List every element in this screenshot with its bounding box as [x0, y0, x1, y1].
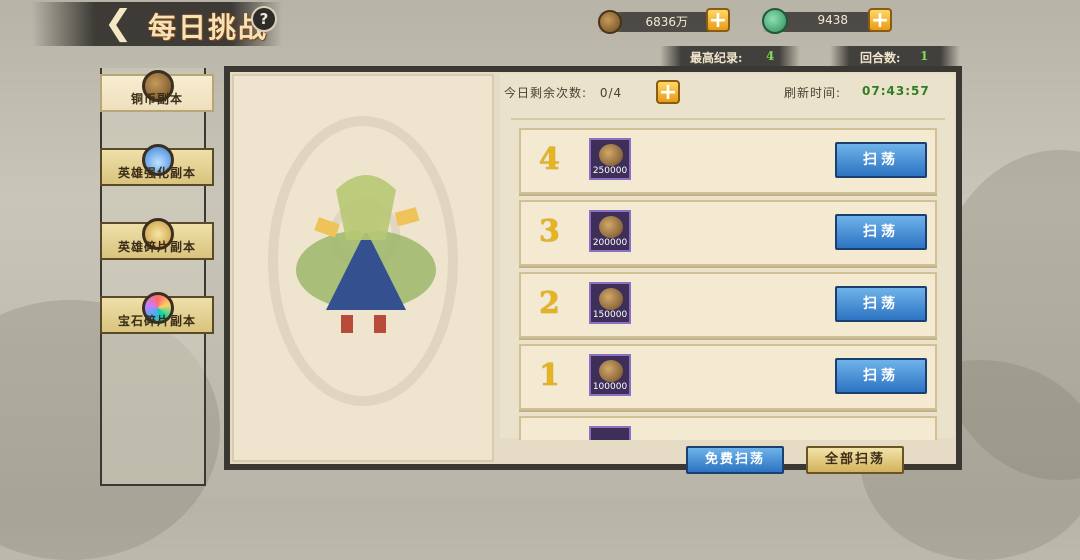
sidebar-item-label: 宝石碎片副本: [117, 314, 196, 328]
best-record: 最高纪录: 4: [660, 46, 800, 68]
remaining-label: 今日剩余次数:: [504, 86, 588, 100]
page-title: 每日挑战: [148, 11, 269, 44]
stage-row: 4 250000 扫荡: [519, 128, 937, 194]
help-icon[interactable]: ?: [251, 6, 277, 32]
stage-row: 3 200000 扫荡: [519, 200, 937, 266]
jade-resource: 9438 +: [752, 8, 902, 34]
stage-level: 4: [539, 142, 560, 177]
reward-item[interactable]: [589, 426, 631, 440]
remaining-value: 0/4: [599, 86, 623, 100]
sidebar-item-label: 英雄碎片副本: [117, 240, 196, 254]
stage-level: 3: [539, 214, 560, 249]
round-value: 1: [920, 49, 929, 63]
sweep-button[interactable]: 扫荡: [835, 214, 927, 250]
stage-row: 1 100000 扫荡: [519, 344, 937, 410]
reward-amount: 150000: [592, 310, 628, 320]
sweep-button[interactable]: 扫荡: [835, 286, 927, 322]
copper-coin-icon: [599, 360, 623, 382]
copper-coin-icon: [599, 288, 623, 310]
copper-coin-icon: [599, 144, 623, 166]
reward-item[interactable]: 250000: [589, 138, 631, 180]
add-jade-button[interactable]: +: [868, 8, 892, 32]
reward-amount: 250000: [592, 166, 628, 176]
boss-character-image: [296, 175, 436, 333]
copper-coin-icon: [598, 10, 622, 34]
add-attempts-button[interactable]: +: [656, 80, 680, 104]
free-sweep-button[interactable]: 免费扫荡: [686, 446, 784, 474]
best-record-value: 4: [766, 49, 775, 63]
reward-item[interactable]: 200000: [589, 210, 631, 252]
round-count: 回合数: 1: [830, 46, 960, 68]
sweep-button[interactable]: 扫荡: [835, 142, 927, 178]
sidebar-item-hero-enhance[interactable]: 英雄强化副本: [100, 144, 214, 186]
sidebar: [100, 68, 206, 486]
reward-item[interactable]: 150000: [589, 282, 631, 324]
sidebar-item-copper-dungeon[interactable]: 铜币副本: [100, 70, 214, 112]
copper-coin-icon: [599, 216, 623, 238]
round-label: 回合数:: [860, 51, 901, 65]
refresh-label: 刷新时间:: [784, 86, 842, 100]
stage-row-partial: [519, 416, 937, 440]
back-arrow-icon[interactable]: ❮: [104, 6, 138, 40]
copper-resource: 6836万 +: [588, 8, 738, 34]
top-bar: ❮ 每日挑战 ? 6836万 + 9438 + 最高纪录: 4 回合数: 1: [0, 0, 1080, 68]
sidebar-item-hero-shards[interactable]: 英雄碎片副本: [100, 218, 214, 260]
sweep-all-button[interactable]: 全部扫荡: [806, 446, 904, 474]
jade-icon: [762, 8, 788, 34]
stage-level: 1: [539, 358, 560, 393]
jade-amount: 9438: [817, 13, 848, 27]
stage-level: 2: [539, 286, 560, 321]
best-record-label: 最高纪录:: [690, 51, 743, 65]
sidebar-item-label: 铜币副本: [130, 92, 183, 106]
reward-amount: 200000: [592, 238, 628, 248]
stage-row: 2 150000 扫荡: [519, 272, 937, 338]
add-copper-button[interactable]: +: [706, 8, 730, 32]
copper-amount: 6836万: [645, 15, 688, 29]
remaining-attempts: 今日剩余次数: 0/4: [504, 84, 622, 101]
reward-item[interactable]: 100000: [589, 354, 631, 396]
reward-amount: 100000: [592, 382, 628, 392]
sidebar-item-label: 英雄强化副本: [117, 166, 196, 180]
refresh-timer: 07:43:57: [862, 84, 930, 98]
sidebar-item-gem-shards[interactable]: 宝石碎片副本: [100, 292, 214, 334]
sweep-button[interactable]: 扫荡: [835, 358, 927, 394]
stage-list: 4 250000 扫荡 3 200000 扫荡 2 150000 扫荡 1 10…: [511, 118, 945, 440]
